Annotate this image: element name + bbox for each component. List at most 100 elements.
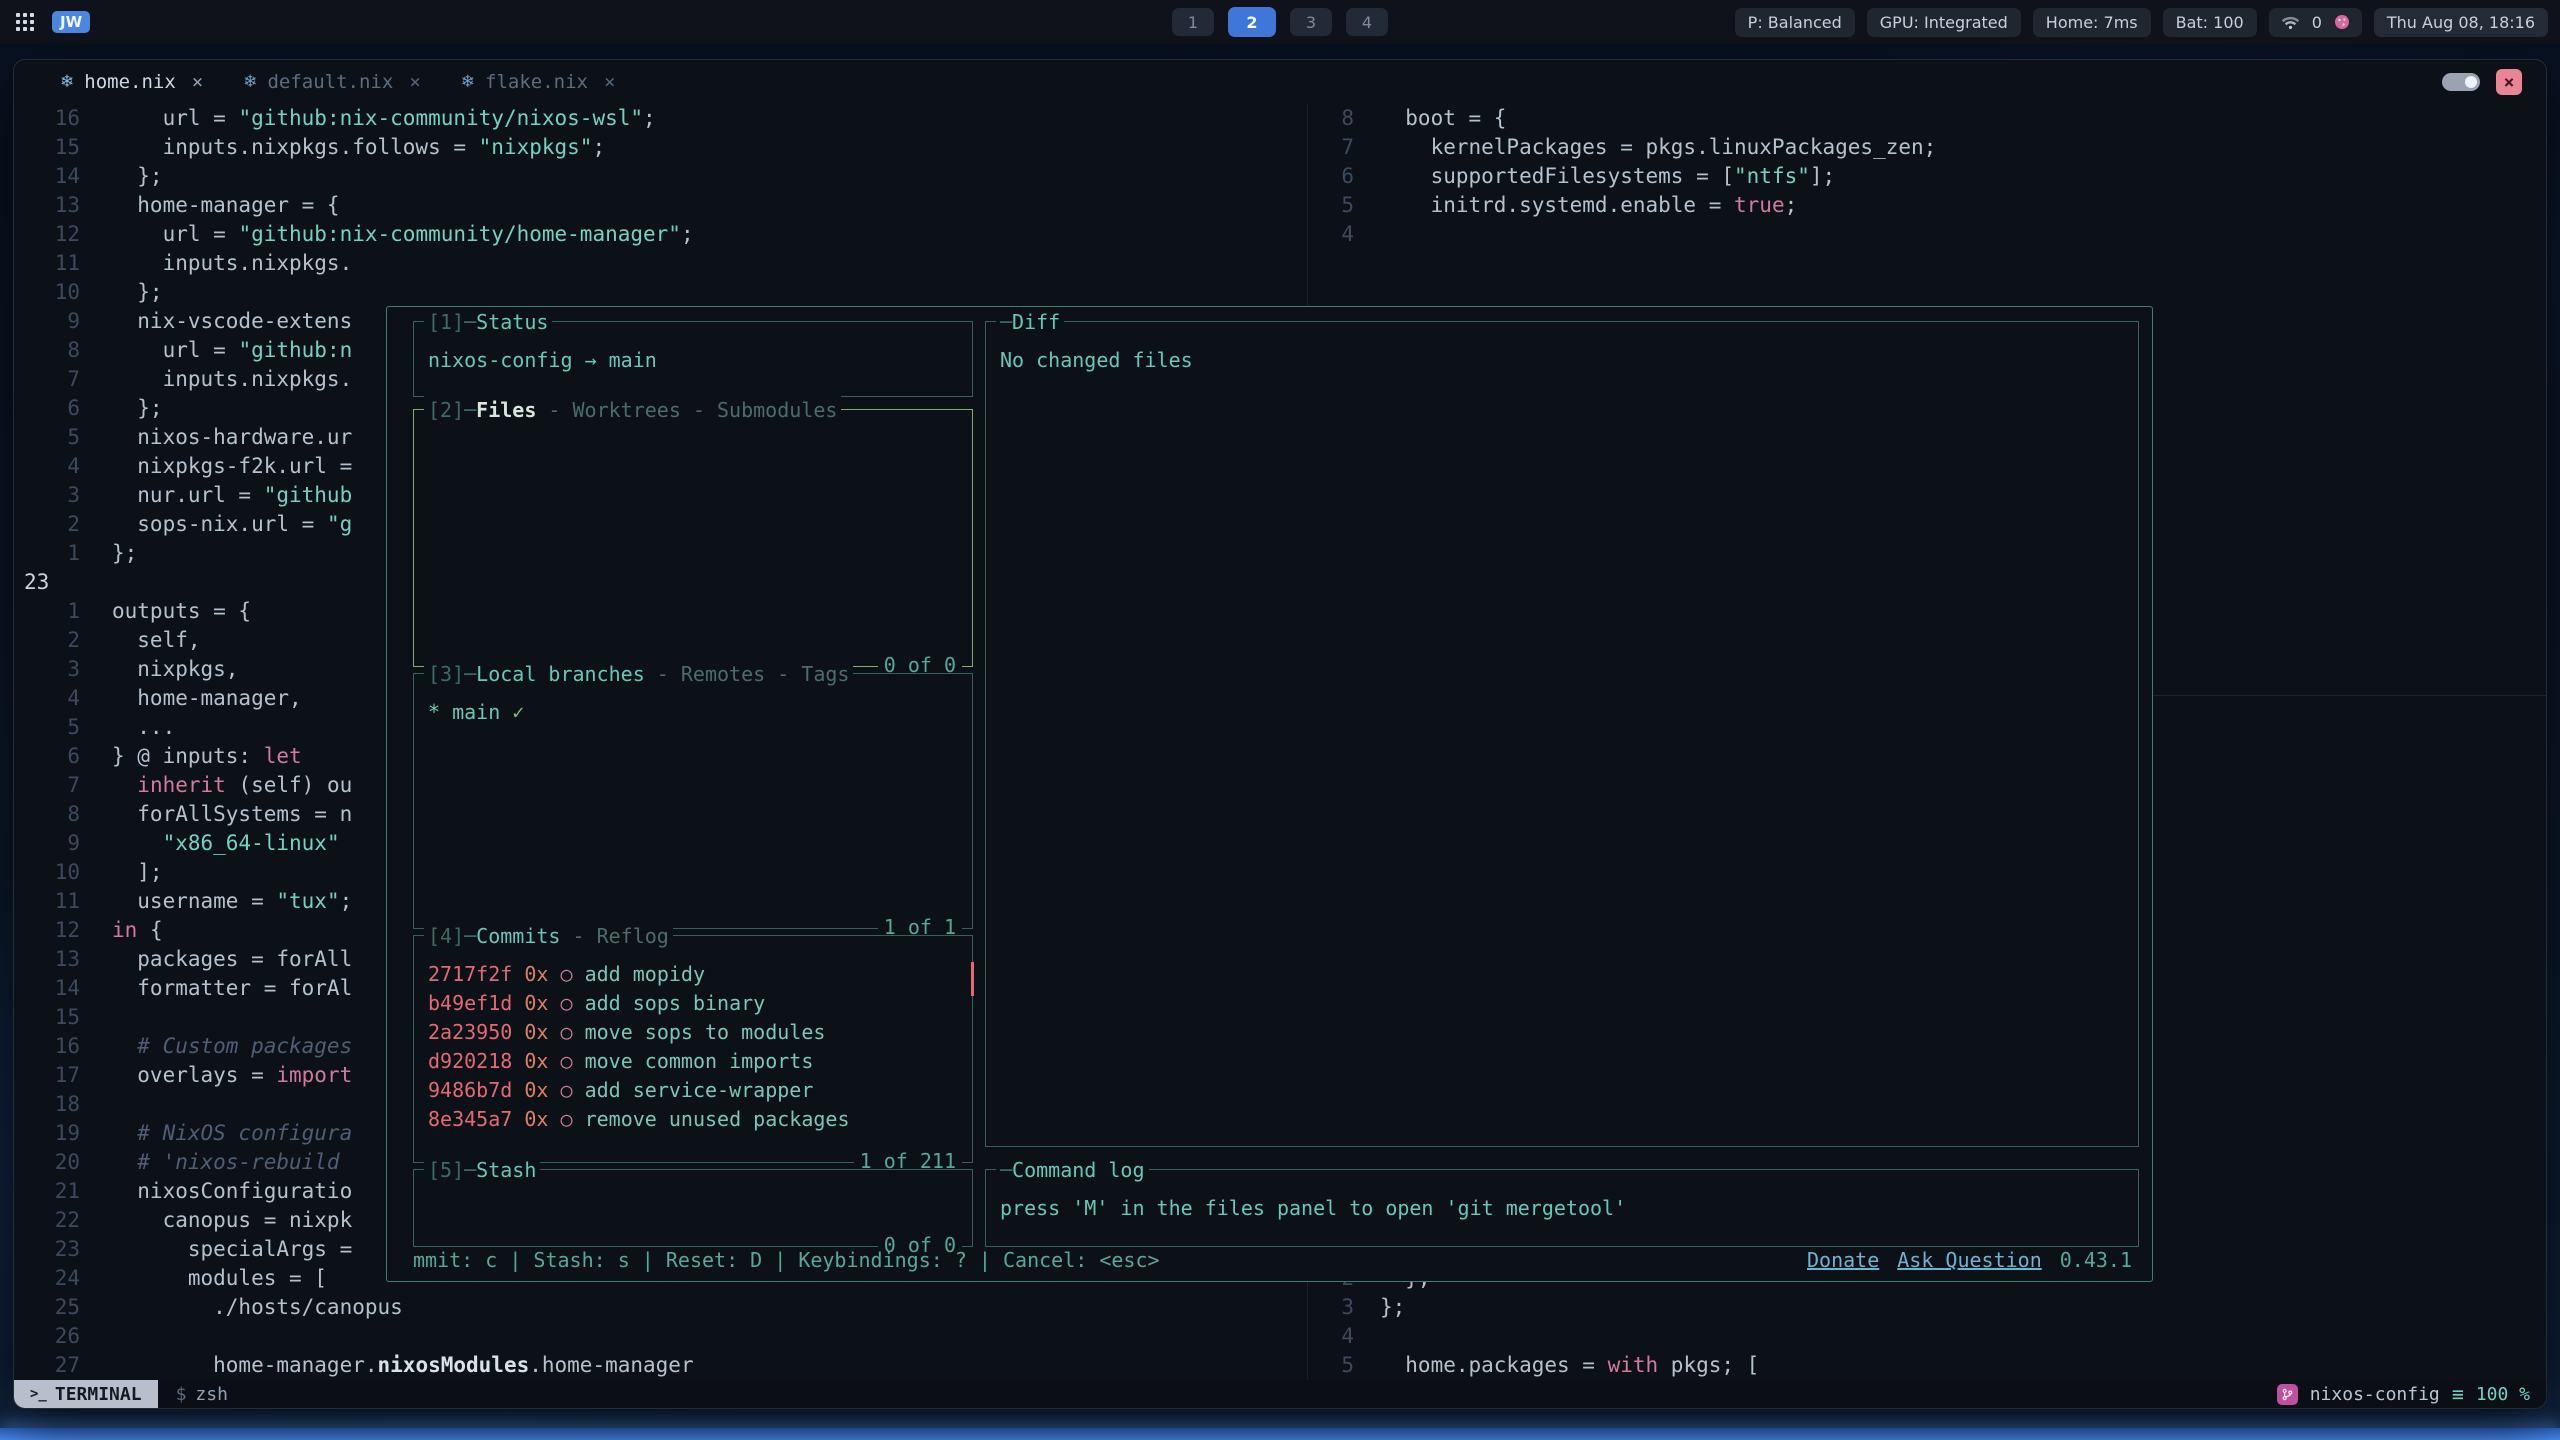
line-number: 5 [1308, 191, 1354, 220]
line-number: 19 [14, 1119, 80, 1148]
mode-indicator: >_ TERMINAL [14, 1380, 158, 1408]
line-number: 17 [14, 1061, 80, 1090]
lazygit-files-panel[interactable]: [2]─Files - Worktrees - Submodules 0 of … [413, 409, 973, 667]
git-branch-icon [2277, 1384, 2298, 1405]
line-number: 2 [14, 626, 80, 655]
commits-panel-title: [4]─Commits - Reflog [424, 922, 673, 951]
commits-scrollbar[interactable] [971, 962, 974, 996]
line-number: 5 [14, 423, 80, 452]
nix-snowflake-icon: ❄ [243, 72, 257, 92]
status-segment: Home: 7ms [2033, 8, 2151, 37]
buffer-tabs: ❄home.nix×❄default.nix×❄flake.nix× [44, 60, 639, 104]
top-status-bar: JW 1234 P: BalancedGPU: IntegratedHome: … [0, 0, 2560, 44]
line-number: 1 [14, 597, 80, 626]
command-log-content: press 'M' in the files panel to open 'gi… [986, 1170, 2138, 1223]
clock: Thu Aug 08, 18:16 [2374, 8, 2548, 37]
tab-close-icon[interactable]: × [409, 71, 420, 93]
line-number: 23 [14, 568, 90, 597]
line-number: 25 [14, 1293, 80, 1322]
lazygit-status-panel[interactable]: [1]─Status nixos-config → main [413, 321, 973, 397]
tab-home.nix[interactable]: ❄home.nix× [44, 60, 227, 104]
workspace-button-4[interactable]: 4 [1346, 8, 1388, 36]
code-line: 8 boot = { [1308, 104, 2546, 133]
donate-link[interactable]: Donate [1807, 1246, 1879, 1275]
commit-graph-node: ○ [560, 1049, 572, 1073]
commit-row[interactable]: 2a23950 0x ○ move sops to modules [428, 1018, 958, 1047]
app-launcher-icon[interactable] [12, 9, 38, 35]
commit-message: add mopidy [585, 962, 705, 986]
commit-author: 0x [524, 962, 548, 986]
wallpaper-glow-strip [0, 1428, 2560, 1440]
line-number: 21 [14, 1177, 80, 1206]
window-close-button[interactable]: × [2496, 69, 2522, 95]
commit-row[interactable]: 8e345a7 0x ○ remove unused packages [428, 1105, 958, 1134]
commit-graph-node: ○ [560, 991, 572, 1015]
code-line: 13 home-manager = { [14, 191, 1307, 220]
workspace-switcher: 1234 [1172, 0, 1388, 44]
line-number: 23 [14, 1235, 80, 1264]
line-number: 18 [14, 1090, 80, 1119]
files-panel-title: [2]─Files - Worktrees - Submodules [424, 396, 841, 425]
palette-icon [2334, 14, 2350, 30]
commit-message: add service-wrapper [585, 1078, 814, 1102]
code-line: 12 url = "github:nix-community/home-mana… [14, 220, 1307, 249]
commit-hash: 8e345a7 [428, 1107, 512, 1131]
commit-graph-node: ○ [560, 1078, 572, 1102]
lazygit-stash-panel[interactable]: [5]─Stash 0 of 0 [413, 1169, 973, 1247]
line-number: 6 [14, 394, 80, 423]
shell-icon: $ [176, 1384, 187, 1405]
code-line: 5 initrd.systemd.enable = true; [1308, 191, 2546, 220]
lazygit-version: 0.43.1 [2060, 1246, 2132, 1275]
status-segment: GPU: Integrated [1867, 8, 2021, 37]
editor-area: 16 url = "github:nix-community/nixos-wsl… [14, 104, 2546, 1382]
commit-row[interactable]: b49ef1d 0x ○ add sops binary [428, 989, 958, 1018]
commit-author: 0x [524, 991, 548, 1015]
line-number: 13 [14, 945, 80, 974]
statusline: >_ TERMINAL $ zsh nixos-config ≡ 100 % [14, 1380, 2546, 1408]
branch-item[interactable]: * main ✓ [428, 700, 524, 724]
lazygit-command-log-panel: ─Command log press 'M' in the files pane… [985, 1169, 2139, 1247]
git-repo-name: nixos-config [2310, 1384, 2440, 1405]
code-line: 16 url = "github:nix-community/nixos-wsl… [14, 104, 1307, 133]
commit-author: 0x [524, 1078, 548, 1102]
code-line: 11 inputs.nixpkgs. [14, 249, 1307, 278]
toggle-switch[interactable] [2442, 73, 2480, 91]
lazygit-branches-panel[interactable]: [3]─Local branches - Remotes - Tags * ma… [413, 673, 973, 929]
commit-message: move sops to modules [585, 1020, 826, 1044]
code-line: 4 [1308, 220, 2546, 249]
ask-question-link[interactable]: Ask Question [1897, 1246, 2042, 1275]
commit-row[interactable]: 2717f2f 0x ○ add mopidy [428, 960, 958, 989]
tab-close-icon[interactable]: × [604, 71, 615, 93]
shell-label: zsh [195, 1384, 228, 1405]
command-log-title: ─Command log [996, 1156, 1149, 1185]
line-number: 9 [14, 829, 80, 858]
code-line: 27 home-manager.nixosModules.home-manage… [14, 1351, 1307, 1380]
tab-flake.nix[interactable]: ❄flake.nix× [445, 60, 640, 104]
commit-author: 0x [524, 1107, 548, 1131]
commit-row[interactable]: d920218 0x ○ move common imports [428, 1047, 958, 1076]
buffer-tab-bar: ❄home.nix×❄default.nix×❄flake.nix× × [14, 60, 2546, 104]
line-number: 15 [14, 1003, 80, 1032]
keybinding-hints: mmit: c | Stash: s | Reset: D | Keybindi… [413, 1246, 1160, 1275]
line-number: 11 [14, 887, 80, 916]
tab-close-icon[interactable]: × [192, 71, 203, 93]
mode-label: TERMINAL [55, 1384, 142, 1405]
commit-graph-node: ○ [560, 1107, 572, 1131]
diff-content: No changed files [986, 322, 2138, 375]
commit-row[interactable]: 9486b7d 0x ○ add service-wrapper [428, 1076, 958, 1105]
lazygit-diff-panel[interactable]: ─Diff No changed files [985, 321, 2139, 1147]
workspace-button-3[interactable]: 3 [1290, 8, 1332, 36]
line-number: 14 [14, 162, 80, 191]
line-number: 8 [1308, 104, 1354, 133]
line-number: 2 [14, 510, 80, 539]
line-number: 4 [1308, 1322, 1354, 1351]
tab-default.nix[interactable]: ❄ default.nix × [227, 60, 445, 104]
commit-hash: 2717f2f [428, 962, 512, 986]
workspace-button-1[interactable]: 1 [1172, 8, 1214, 36]
lazygit-commits-panel[interactable]: [4]─Commits - Reflog 2717f2f 0x ○ add mo… [413, 935, 973, 1163]
workspace-button-2[interactable]: 2 [1228, 7, 1276, 37]
line-number: 6 [1308, 162, 1354, 191]
topbar-icon-cluster: 0 [2269, 8, 2362, 37]
tab-label: default.nix [267, 71, 393, 93]
tab-label: home.nix [84, 71, 176, 93]
